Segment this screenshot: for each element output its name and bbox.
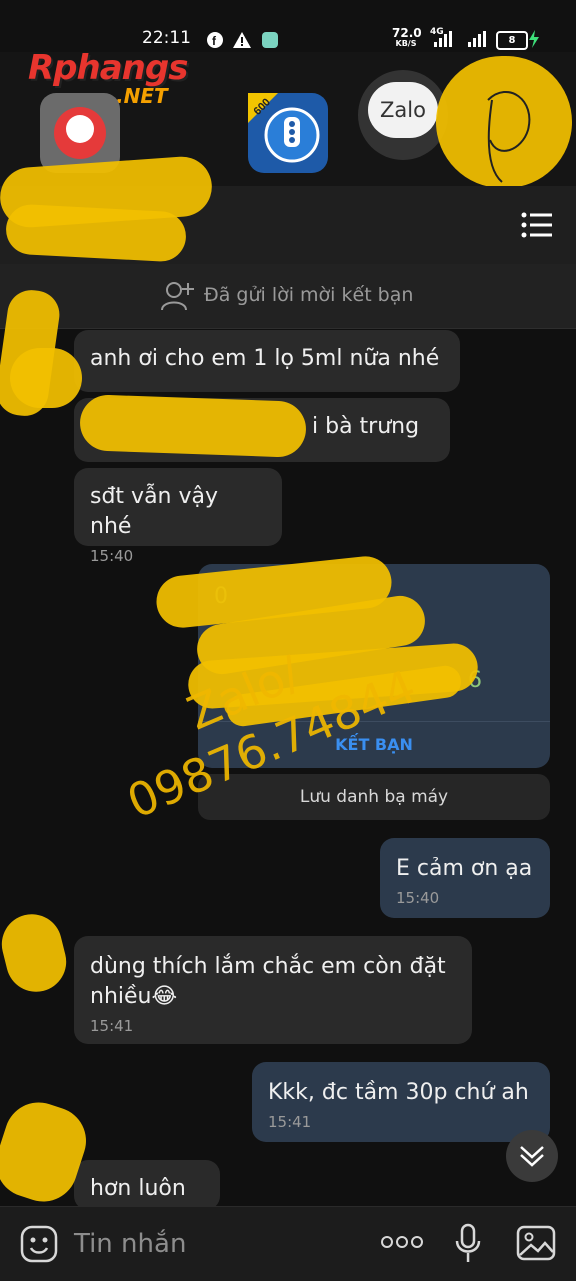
image-icon[interactable] [516,1225,556,1261]
message-text: Kkk, đc tầm 30p chứ ah [268,1080,529,1105]
scribble-mark [487,90,531,183]
redaction-mark [79,394,307,458]
add-friend-icon [161,282,194,311]
message-time: 15:40 [90,547,134,565]
notification-icons: f [207,32,278,48]
redaction-mark [10,348,82,408]
sticker-icon[interactable] [20,1225,58,1263]
menu-icon[interactable] [520,212,554,238]
message-time: 15:41 [90,1017,134,1035]
signal-icon [434,31,486,47]
app-icon-traffic[interactable]: 600 [248,93,328,173]
scroll-down-button[interactable] [506,1130,558,1182]
message-input[interactable]: Tin nhắn [74,1229,186,1259]
message-text: dùng thích lắm chắc em còn đặt nhiều😂 [90,954,446,1009]
message-input-bar: Tin nhắn [0,1206,576,1281]
zalo-label: Zalo [368,82,438,138]
zalo-app-icon[interactable]: Zalo [358,70,448,160]
status-bar: 22:11 f 72.0 KB/S 4G 8 [0,0,576,52]
net-speed: 72.0 KB/S [392,26,422,48]
status-time: 22:11 [142,28,191,48]
microphone-icon[interactable] [454,1223,482,1265]
message-bubble[interactable]: anh ơi cho em 1 lọ 5ml nữa nhé [74,330,460,392]
charging-icon [529,30,539,48]
message-text: anh ơi cho em 1 lọ 5ml nữa nhé [90,346,440,371]
friend-request-text: Đã gửi lời mời kết bạn [204,284,414,306]
redaction-mark [0,907,73,999]
message-text: i bà trưng [312,414,420,439]
message-time: 15:40 [396,889,440,907]
message-bubble-sent[interactable]: E cảm ơn ạa 15:40 [380,838,550,918]
site-logo: Rphangs .NET [28,48,188,108]
message-bubble[interactable]: dùng thích lắm chắc em còn đặt nhiều😂 15… [74,936,472,1044]
double-chevron-down-icon [520,1146,544,1167]
more-options-icon[interactable] [380,1235,424,1249]
traffic-light-icon: 600 [248,93,320,163]
friend-request-bar: Đã gửi lời mời kết bạn [0,264,576,329]
redaction-mark [4,203,188,263]
message-time: 15:41 [268,1113,312,1131]
message-text: sđt vẫn vậy nhé [90,484,219,539]
message-bubble[interactable]: sđt vẫn vậy nhé 15:40 [74,468,282,565]
message-bubble[interactable]: hơn luôn ý [74,1160,220,1231]
battery-icon: 8 [496,31,528,50]
message-text: E cảm ơn ạa [396,856,533,881]
chat-header [0,154,576,264]
